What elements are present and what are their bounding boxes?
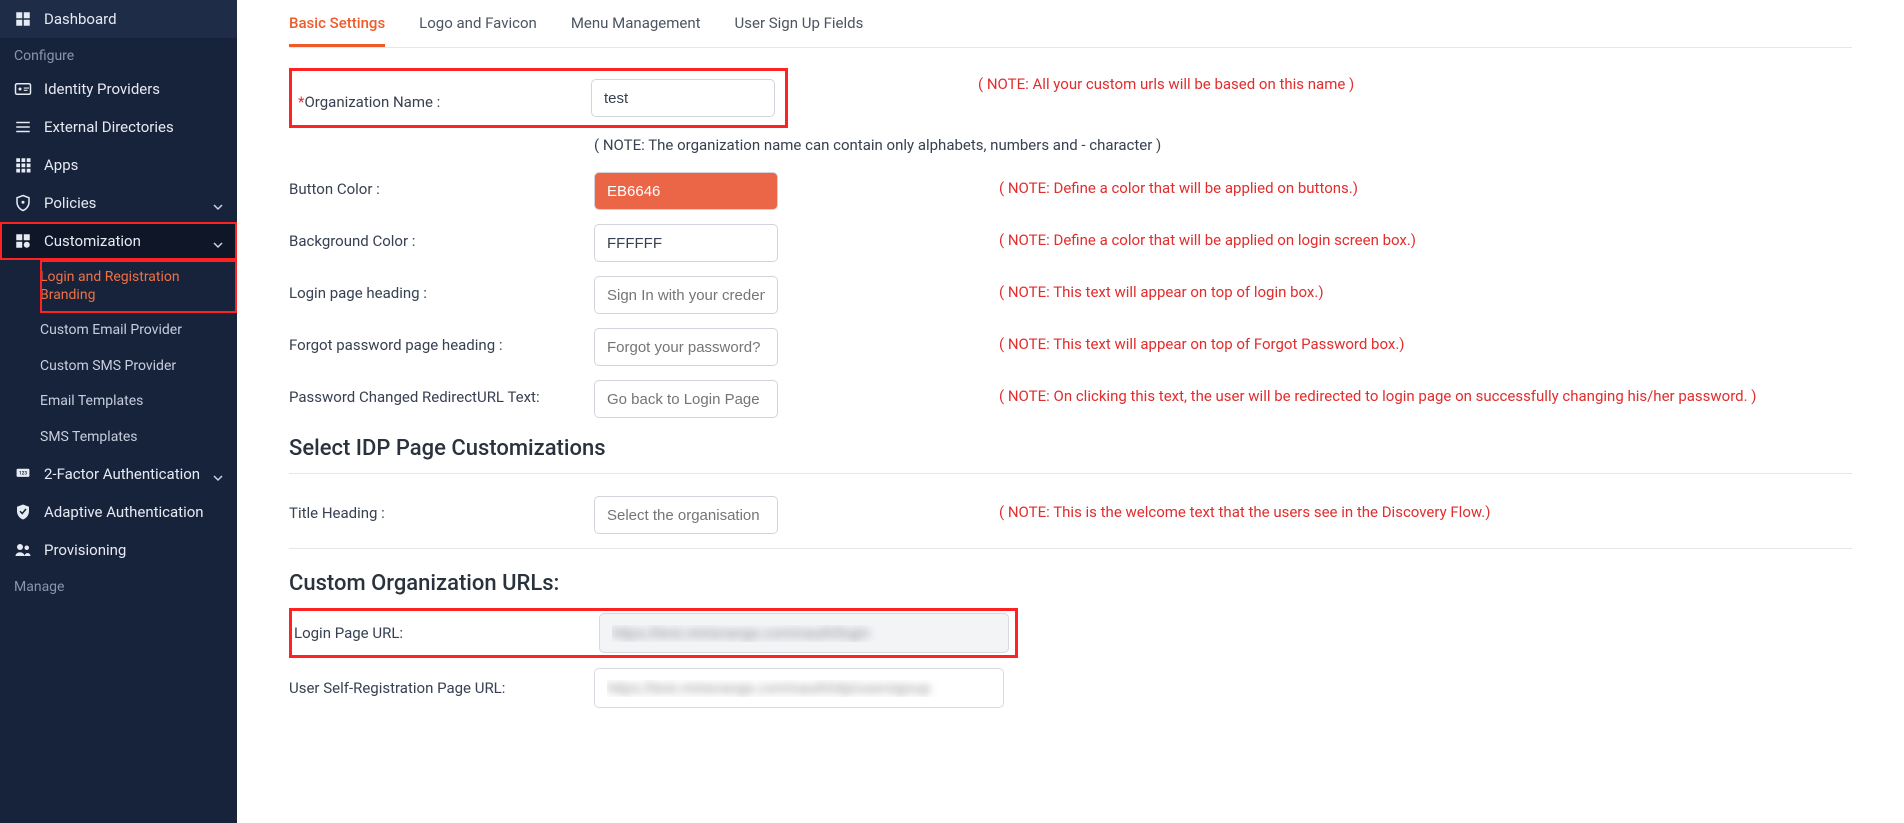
sidebar-item-adaptive-auth[interactable]: Adaptive Authentication <box>0 493 237 531</box>
self-reg-label: User Self-Registration Page URL: <box>289 679 594 697</box>
users-icon <box>14 541 32 559</box>
sidebar-item-customization[interactable]: Customization <box>0 222 237 260</box>
login-url-input[interactable] <box>599 613 1009 653</box>
sidebar-section-configure: Configure <box>0 38 237 70</box>
title-heading-note: ( NOTE: This is the welcome text that th… <box>779 496 1852 524</box>
shield-icon <box>14 194 32 212</box>
title-heading-label: Title Heading : <box>289 496 594 522</box>
login-heading-note: ( NOTE: This text will appear on top of … <box>779 276 1852 304</box>
list-icon <box>14 118 32 136</box>
urls-section-title: Custom Organization URLs: <box>289 571 1852 596</box>
row-self-reg-url: User Self-Registration Page URL: <box>289 668 1852 708</box>
pwd-redirect-input[interactable] <box>594 380 778 418</box>
row-login-heading: Login page heading : ( NOTE: This text w… <box>289 276 1852 314</box>
sidebar-label: Customization <box>44 232 201 250</box>
sidebar: Dashboard Configure Identity Providers E… <box>0 0 237 823</box>
row-pwd-redirect: Password Changed RedirectURL Text: ( NOT… <box>289 380 1852 418</box>
org-name-input[interactable] <box>591 79 775 117</box>
sidebar-label: Adaptive Authentication <box>44 503 223 521</box>
sidebar-label: External Directories <box>44 118 223 136</box>
sidebar-item-provisioning[interactable]: Provisioning <box>0 531 237 569</box>
sidebar-sub-sms-templates[interactable]: SMS Templates <box>40 420 237 456</box>
sidebar-item-identity-providers[interactable]: Identity Providers <box>0 70 237 108</box>
chevron-down-icon <box>213 198 223 208</box>
bg-color-label: Background Color : <box>289 224 594 250</box>
login-heading-input[interactable] <box>594 276 778 314</box>
sidebar-label: Email Templates <box>40 393 223 411</box>
login-heading-label: Login page heading : <box>289 276 594 302</box>
sidebar-label: Identity Providers <box>44 80 223 98</box>
sidebar-sub-email-provider[interactable]: Custom Email Provider <box>40 313 237 349</box>
sidebar-label: Provisioning <box>44 541 223 559</box>
org-name-label: Organization Name : <box>304 93 440 111</box>
org-name-subnote: ( NOTE: The organization name can contai… <box>594 136 1852 154</box>
sidebar-item-dashboard[interactable]: Dashboard <box>0 0 237 38</box>
badge-123-icon: 123 <box>14 465 32 483</box>
sidebar-item-2fa[interactable]: 123 2-Factor Authentication <box>0 455 237 493</box>
dashboard-icon <box>14 10 32 28</box>
sidebar-label: Login and Registration Branding <box>40 269 223 304</box>
puzzle-icon <box>14 232 32 250</box>
tabs: Basic Settings Logo and Favicon Menu Man… <box>289 0 1852 48</box>
sidebar-item-external-directories[interactable]: External Directories <box>0 108 237 146</box>
divider <box>289 473 1852 474</box>
sidebar-customization-submenu: Login and Registration Branding Custom E… <box>0 260 237 455</box>
sidebar-sub-email-templates[interactable]: Email Templates <box>40 384 237 420</box>
sidebar-label: Dashboard <box>44 10 223 28</box>
pwd-redirect-note: ( NOTE: On clicking this text, the user … <box>779 380 1852 408</box>
row-button-color: Button Color : ( NOTE: Define a color th… <box>289 172 1852 210</box>
sidebar-item-apps[interactable]: Apps <box>0 146 237 184</box>
shield-check-icon <box>14 503 32 521</box>
idp-section-title: Select IDP Page Customizations <box>289 436 1852 461</box>
sidebar-section-manage: Manage <box>0 569 237 601</box>
sidebar-label: Apps <box>44 156 223 174</box>
tab-basic-settings[interactable]: Basic Settings <box>289 0 385 47</box>
tab-user-signup-fields[interactable]: User Sign Up Fields <box>735 0 864 47</box>
bg-color-note: ( NOTE: Define a color that will be appl… <box>779 224 1852 252</box>
pwd-redirect-label: Password Changed RedirectURL Text: <box>289 380 594 406</box>
row-forgot-heading: Forgot password page heading : ( NOTE: T… <box>289 328 1852 366</box>
button-color-input[interactable] <box>594 172 778 210</box>
row-title-heading: Title Heading : ( NOTE: This is the welc… <box>289 496 1852 534</box>
bg-color-input[interactable] <box>594 224 778 262</box>
org-name-note: ( NOTE: All your custom urls will be bas… <box>788 68 1852 96</box>
divider <box>289 548 1852 549</box>
login-url-label: Login Page URL: <box>294 624 599 642</box>
sidebar-item-policies[interactable]: Policies <box>0 184 237 222</box>
chevron-down-icon <box>213 469 223 479</box>
button-color-label: Button Color : <box>289 172 594 198</box>
sidebar-label: Policies <box>44 194 201 212</box>
self-reg-url-input[interactable] <box>594 668 1004 708</box>
forgot-heading-label: Forgot password page heading : <box>289 328 594 354</box>
id-card-icon <box>14 80 32 98</box>
main-content: Basic Settings Logo and Favicon Menu Man… <box>237 0 1904 823</box>
title-heading-input[interactable] <box>594 496 778 534</box>
forgot-heading-note: ( NOTE: This text will appear on top of … <box>779 328 1852 356</box>
svg-text:123: 123 <box>19 471 27 477</box>
sidebar-sub-login-branding[interactable]: Login and Registration Branding <box>40 260 237 313</box>
login-url-highlight-box: Login Page URL: <box>289 608 1018 658</box>
row-bg-color: Background Color : ( NOTE: Define a colo… <box>289 224 1852 262</box>
tab-logo-favicon[interactable]: Logo and Favicon <box>419 0 537 47</box>
button-color-note: ( NOTE: Define a color that will be appl… <box>779 172 1852 200</box>
row-org-name: *Organization Name : ( NOTE: All your cu… <box>289 68 1852 128</box>
tab-menu-management[interactable]: Menu Management <box>571 0 701 47</box>
sidebar-label: Custom Email Provider <box>40 322 223 340</box>
sidebar-label: Custom SMS Provider <box>40 358 223 376</box>
sidebar-label: 2-Factor Authentication <box>44 465 201 483</box>
forgot-heading-input[interactable] <box>594 328 778 366</box>
sidebar-label: SMS Templates <box>40 429 223 447</box>
chevron-down-icon <box>213 236 223 246</box>
grid-icon <box>14 156 32 174</box>
sidebar-sub-sms-provider[interactable]: Custom SMS Provider <box>40 349 237 385</box>
